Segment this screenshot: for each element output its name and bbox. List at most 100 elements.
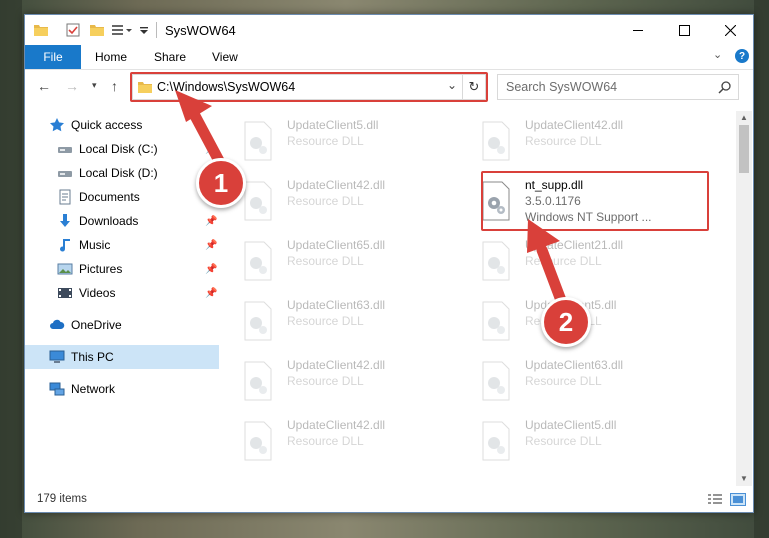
sidebar-item-label: Pictures <box>79 262 123 276</box>
pin-icon[interactable]: 📌 <box>205 288 217 299</box>
file-description: Resource DLL <box>287 434 364 448</box>
file-description: Resource DLL <box>287 314 364 328</box>
sidebar-item-downloads[interactable]: Downloads 📌 <box>25 209 219 233</box>
file-description: Resource DLL <box>287 134 364 148</box>
file-tile[interactable]: UpdateClient5.dll Resource DLL <box>469 413 699 465</box>
scroll-thumb[interactable] <box>739 125 749 173</box>
sidebar-item-local-disk-d[interactable]: Local Disk (D:) 📌 <box>25 161 219 185</box>
file-tile[interactable]: UpdateClient5.dll Resource DLL <box>231 113 461 165</box>
sidebar-item-label: Local Disk (D:) <box>79 166 158 180</box>
tab-view[interactable]: View <box>212 45 238 69</box>
sidebar-item-music[interactable]: Music 📌 <box>25 233 219 257</box>
tab-share[interactable]: Share <box>154 45 186 69</box>
back-arrow-icon[interactable]: ← <box>37 78 51 94</box>
file-description: Resource DLL <box>287 254 364 268</box>
dll-file-icon <box>244 241 272 281</box>
title-separator <box>156 22 157 38</box>
address-highlight-box <box>130 72 488 102</box>
file-name: UpdateClient63.dll <box>525 358 624 372</box>
details-view-icon[interactable] <box>707 493 723 506</box>
tab-home[interactable]: Home <box>95 45 127 69</box>
file-tile[interactable]: UpdateClient63.dll Resource DLL <box>231 293 461 345</box>
file-name: UpdateClient5.dll <box>525 418 617 432</box>
title-bar: SysWOW64 <box>25 15 753 45</box>
sidebar-item-label: Videos <box>79 286 116 300</box>
pin-icon[interactable]: 📌 <box>205 240 217 251</box>
pin-icon[interactable]: 📌 <box>205 144 217 155</box>
sidebar-item-this-pc[interactable]: This PC <box>25 345 219 369</box>
scroll-up-icon[interactable]: ▲ <box>736 111 752 125</box>
pin-icon[interactable]: 📌 <box>205 264 217 275</box>
step-2-callout: 2 <box>541 297 591 347</box>
dll-file-icon <box>244 301 272 341</box>
close-button[interactable] <box>707 15 753 45</box>
file-tile[interactable]: UpdateClient65.dll Resource DLL <box>231 233 461 285</box>
close-icon <box>724 24 736 36</box>
sidebar-item-label: This PC <box>71 350 114 364</box>
minimize-button[interactable] <box>615 15 661 45</box>
file-name: UpdateClient42.dll <box>525 118 624 132</box>
new-folder-icon[interactable] <box>89 22 105 38</box>
pin-icon[interactable]: 📌 <box>205 216 217 227</box>
file-description: Resource DLL <box>525 374 602 388</box>
sidebar-item-label: OneDrive <box>71 318 122 332</box>
customize-icon[interactable] <box>111 22 133 38</box>
drive-icon <box>58 147 72 153</box>
file-tile[interactable]: UpdateClient42.dll Resource DLL <box>469 113 699 165</box>
file-name: UpdateClient42.dll <box>287 358 386 372</box>
drive-icon <box>58 171 72 177</box>
dll-file-icon <box>244 361 272 401</box>
file-name: UpdateClient42.dll <box>287 178 386 192</box>
up-arrow-icon[interactable]: ↑ <box>111 78 118 94</box>
navigation-pane: Quick access Local Disk (C:) 📌 Local Dis… <box>25 111 219 491</box>
sidebar-item-network[interactable]: Network <box>25 377 219 401</box>
search-box[interactable] <box>497 74 739 100</box>
sidebar-item-quick-access[interactable]: Quick access <box>25 113 219 137</box>
file-highlight-box <box>481 171 709 231</box>
documents-icon <box>59 189 71 205</box>
dll-file-icon <box>482 421 510 461</box>
forward-arrow-icon[interactable]: → <box>65 78 79 94</box>
explorer-window: SysWOW64 File Home Share View ⌄ ? ← → ▾ … <box>24 14 754 513</box>
sidebar-item-local-disk-c[interactable]: Local Disk (C:) 📌 <box>25 137 219 161</box>
sidebar-item-videos[interactable]: Videos 📌 <box>25 281 219 305</box>
maximize-button[interactable] <box>661 15 707 45</box>
file-name: UpdateClient5.dll <box>287 118 379 132</box>
file-name: UpdateClient65.dll <box>287 238 386 252</box>
file-tile[interactable]: UpdateClient63.dll Resource DLL <box>469 353 699 405</box>
file-tile[interactable]: UpdateClient21.dll Resource DLL <box>469 233 699 285</box>
sidebar-item-label: Downloads <box>79 214 139 228</box>
ribbon-expand-icon[interactable]: ⌄ <box>713 48 722 61</box>
file-name: UpdateClient63.dll <box>287 298 386 312</box>
search-icon[interactable] <box>718 80 732 94</box>
dll-file-icon <box>482 361 510 401</box>
file-tile[interactable]: UpdateClient42.dll Resource DLL <box>231 353 461 405</box>
sidebar-item-pictures[interactable]: Pictures 📌 <box>25 257 219 281</box>
window-title: SysWOW64 <box>165 23 236 38</box>
help-button[interactable]: ? <box>735 49 749 63</box>
file-description: Resource DLL <box>287 194 364 208</box>
sidebar-item-documents[interactable]: Documents 📌 <box>25 185 219 209</box>
qa-dropdown-icon[interactable] <box>139 22 149 38</box>
dll-file-icon <box>482 241 510 281</box>
recent-dropdown-icon[interactable]: ▾ <box>92 80 97 91</box>
computer-icon <box>49 350 65 363</box>
tiles-view-icon[interactable] <box>730 493 746 506</box>
file-description: Resource DLL <box>525 134 602 148</box>
sidebar-item-onedrive[interactable]: OneDrive <box>25 313 219 337</box>
network-icon <box>49 382 65 396</box>
file-description: Resource DLL <box>525 434 602 448</box>
vertical-scrollbar[interactable]: ▲ ▼ <box>736 111 752 486</box>
file-list: UpdateClient5.dll Resource DLL UpdateCli… <box>231 111 735 491</box>
file-description: Resource DLL <box>525 254 602 268</box>
tab-file[interactable]: File <box>25 45 81 69</box>
sidebar-item-label: Quick access <box>71 118 143 132</box>
properties-icon[interactable] <box>65 22 81 38</box>
search-input[interactable] <box>504 78 708 96</box>
file-tile[interactable]: UpdateClient42.dll Resource DLL <box>231 413 461 465</box>
dll-file-icon <box>244 181 272 221</box>
file-tile[interactable]: UpdateClient42.dll Resource DLL <box>231 173 461 225</box>
file-name: UpdateClient21.dll <box>525 238 624 252</box>
dll-file-icon <box>244 121 272 161</box>
scroll-down-icon[interactable]: ▼ <box>736 472 752 486</box>
